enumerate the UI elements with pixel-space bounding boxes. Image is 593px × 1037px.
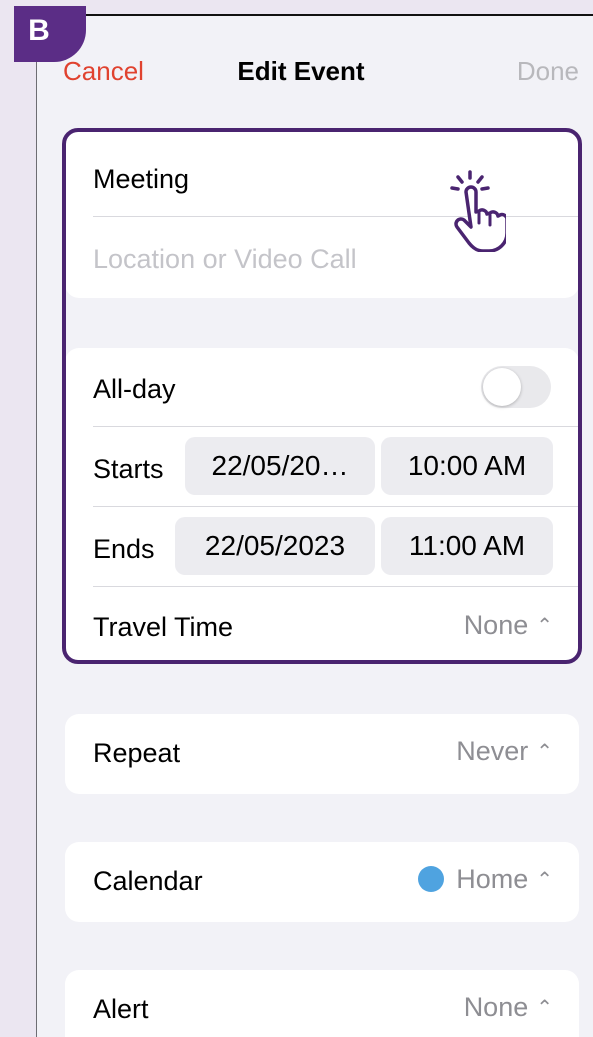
edit-event-sheet: Cancel Edit Event Done Meeting Location …	[36, 16, 593, 1037]
travel-time-picker[interactable]: None ⌃	[464, 610, 553, 641]
location-input[interactable]: Location or Video Call	[93, 244, 579, 275]
alert-card: Alert None ⌃	[65, 970, 579, 1037]
repeat-picker[interactable]: Never ⌃	[456, 736, 553, 767]
divider	[93, 426, 579, 427]
calendar-value: Home	[456, 864, 529, 894]
divider	[93, 586, 579, 587]
tap-hand-icon	[450, 170, 506, 252]
done-button[interactable]: Done	[517, 56, 579, 87]
event-title-field[interactable]: Meeting	[93, 164, 579, 195]
up-down-chevron-icon: ⌃	[536, 615, 553, 637]
travel-time-value: None	[463, 610, 529, 640]
up-down-chevron-icon: ⌃	[536, 869, 553, 891]
divider	[93, 506, 579, 507]
calendar-color-dot	[418, 866, 445, 892]
divider	[93, 216, 579, 217]
repeat-value: Never	[456, 736, 529, 766]
step-badge: B	[14, 6, 86, 62]
schedule-card: All-day Starts 22/05/20… 10:00 AM Ends 2…	[65, 348, 579, 660]
starts-date-button[interactable]: 22/05/20…	[185, 437, 375, 495]
up-down-chevron-icon: ⌃	[536, 997, 553, 1019]
alert-picker[interactable]: None ⌃	[464, 992, 553, 1023]
up-down-chevron-icon: ⌃	[536, 741, 553, 763]
repeat-card: Repeat Never ⌃	[65, 714, 579, 794]
toggle-knob	[483, 368, 521, 406]
ends-time-button[interactable]: 11:00 AM	[381, 517, 553, 575]
calendar-picker[interactable]: Home ⌃	[418, 864, 553, 895]
starts-time-button[interactable]: 10:00 AM	[381, 437, 553, 495]
calendar-card: Calendar Home ⌃	[65, 842, 579, 922]
ends-date-button[interactable]: 22/05/2023	[175, 517, 375, 575]
allday-toggle[interactable]	[481, 366, 551, 408]
page-title: Edit Event	[237, 56, 365, 86]
nav-bar: Cancel Edit Event Done	[37, 16, 593, 126]
alert-value: None	[463, 992, 529, 1022]
